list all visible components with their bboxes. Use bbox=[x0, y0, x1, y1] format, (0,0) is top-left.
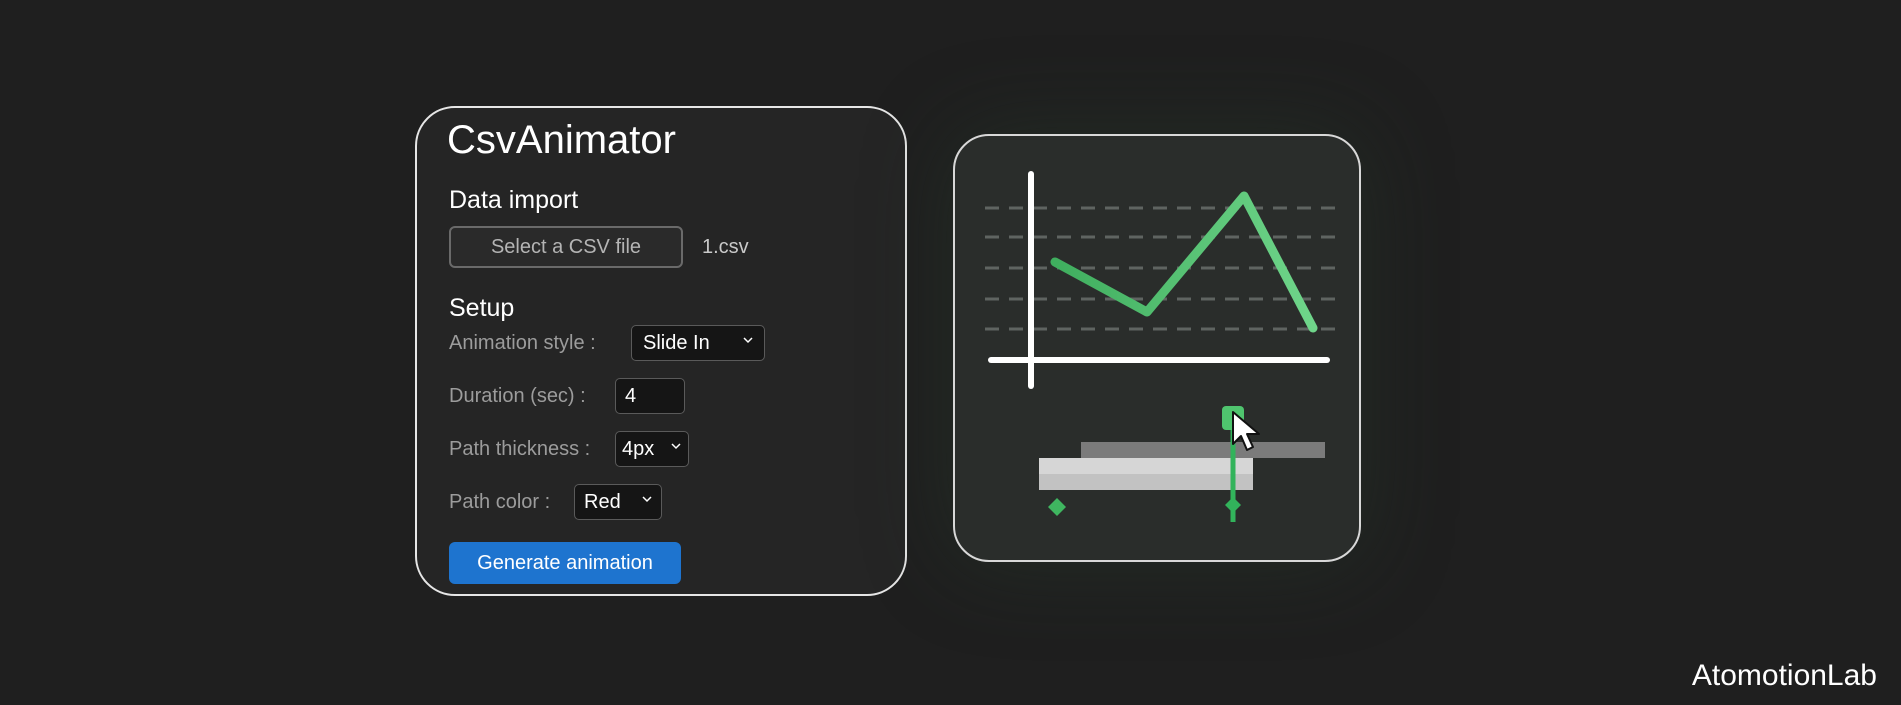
animation-style-label: Animation style : bbox=[449, 332, 596, 354]
path-color-select[interactable]: Red bbox=[574, 484, 662, 520]
chevron-down-icon bbox=[671, 443, 681, 450]
data-import-heading: Data import bbox=[449, 186, 579, 214]
chevron-down-icon bbox=[743, 337, 753, 344]
chevron-down-icon bbox=[642, 496, 652, 503]
brand-watermark: AtomotionLab bbox=[1691, 659, 1877, 692]
timeline-tracks bbox=[1039, 442, 1325, 490]
duration-label: Duration (sec) : bbox=[449, 385, 586, 407]
setup-heading: Setup bbox=[449, 294, 515, 322]
preview-illustration bbox=[985, 171, 1335, 522]
keyframe-diamond-icon[interactable] bbox=[1225, 497, 1241, 513]
selected-file-name: 1.csv bbox=[702, 236, 749, 258]
path-thickness-label: Path thickness : bbox=[449, 438, 591, 460]
data-line-path bbox=[1050, 191, 1318, 333]
path-color-value: Red bbox=[584, 490, 621, 513]
path-thickness-select[interactable]: 4px bbox=[615, 431, 689, 467]
animation-preview-panel bbox=[953, 134, 1361, 562]
select-csv-button[interactable]: Select a CSV file bbox=[449, 226, 683, 268]
duration-input[interactable]: 4 bbox=[615, 378, 685, 414]
animation-style-select[interactable]: Slide In bbox=[631, 325, 765, 361]
keyframe-diamond-icon[interactable] bbox=[1048, 498, 1066, 516]
settings-panel: CsvAnimator Data import Select a CSV fil… bbox=[415, 106, 907, 596]
generate-animation-button[interactable]: Generate animation bbox=[449, 542, 681, 584]
animation-style-value: Slide In bbox=[643, 331, 710, 354]
path-color-label: Path color : bbox=[449, 491, 551, 513]
path-thickness-value: 4px bbox=[622, 437, 655, 460]
app-title: CsvAnimator bbox=[447, 118, 676, 162]
